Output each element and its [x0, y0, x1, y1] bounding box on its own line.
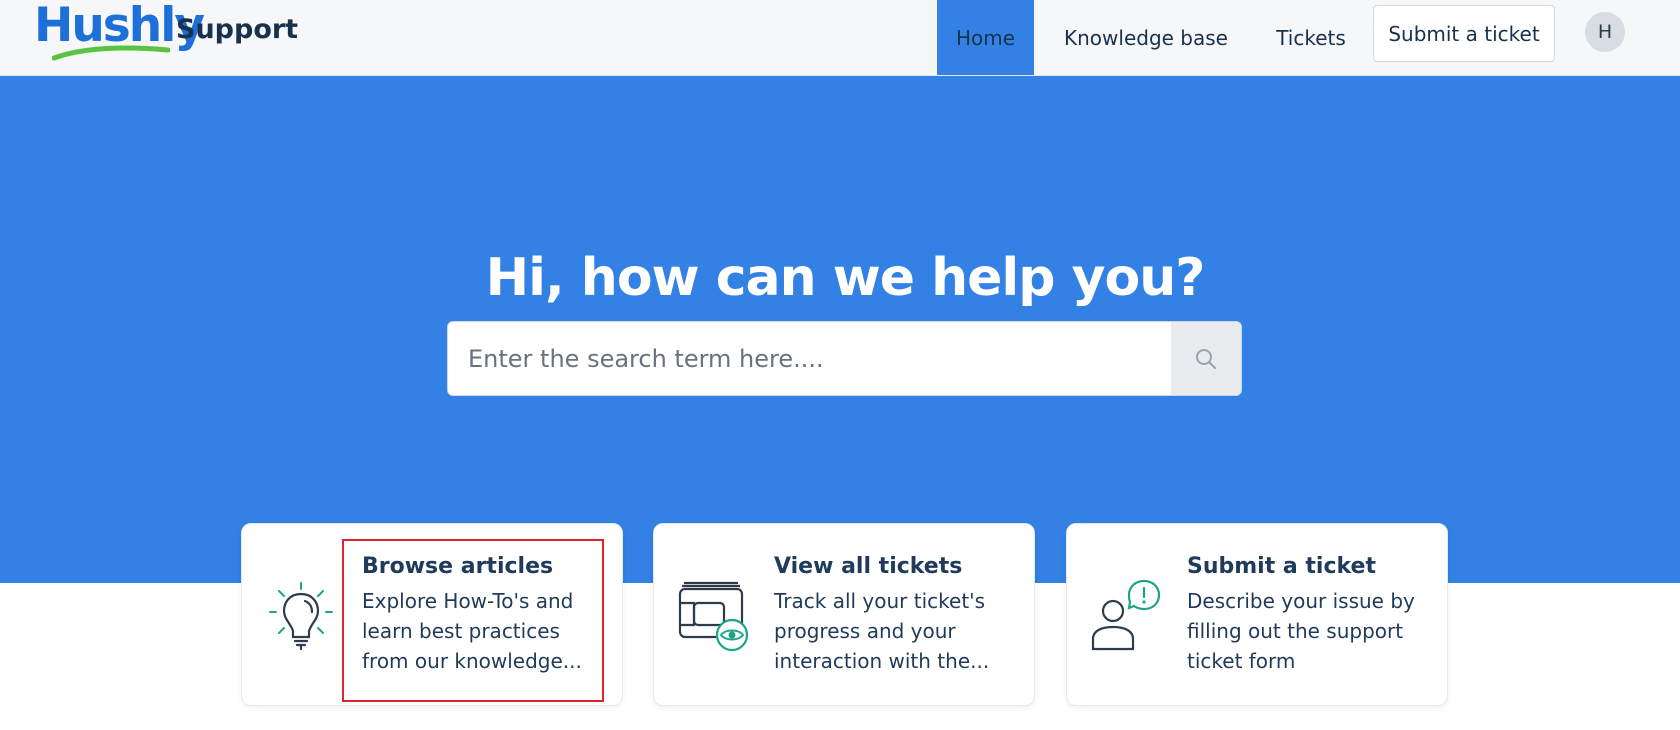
search-button[interactable]: [1171, 322, 1241, 395]
search-icon: [1196, 348, 1216, 369]
tickets-eye-icon: [678, 581, 749, 652]
logo-swoosh-icon: [52, 45, 170, 61]
avatar[interactable]: H: [1585, 12, 1625, 52]
hero-title: Hi, how can we help you?: [485, 248, 1206, 308]
card-description: Track all your ticket's progress and you…: [774, 589, 990, 673]
site-header: Hushly Support Home Knowledge base Ticke…: [0, 0, 1680, 76]
nav-home[interactable]: Home: [937, 0, 1034, 75]
submit-ticket-button[interactable]: Submit a ticket: [1373, 5, 1555, 62]
search-bar: [447, 321, 1242, 396]
card-description: Explore How-To's and learn best practice…: [362, 589, 582, 673]
nav-tickets[interactable]: Tickets: [1268, 0, 1354, 75]
lightbulb-icon: [269, 582, 333, 651]
card-title: Browse articles: [362, 554, 554, 579]
card-description: Describe your issue by filling out the s…: [1187, 589, 1415, 673]
brand-suffix: Support: [176, 14, 299, 45]
nav-knowledge-base[interactable]: Knowledge base: [1058, 0, 1234, 75]
card-title: Submit a ticket: [1187, 554, 1376, 579]
card-browse-articles[interactable]: Browse articles Explore How-To's and lea…: [241, 523, 623, 706]
card-submit-ticket[interactable]: Submit a ticket Describe your issue by f…: [1066, 523, 1448, 706]
user-alert-icon: [1091, 579, 1161, 651]
card-view-all-tickets[interactable]: View all tickets Track all your ticket's…: [653, 523, 1035, 706]
card-title: View all tickets: [774, 554, 963, 579]
search-input[interactable]: [448, 322, 1172, 395]
